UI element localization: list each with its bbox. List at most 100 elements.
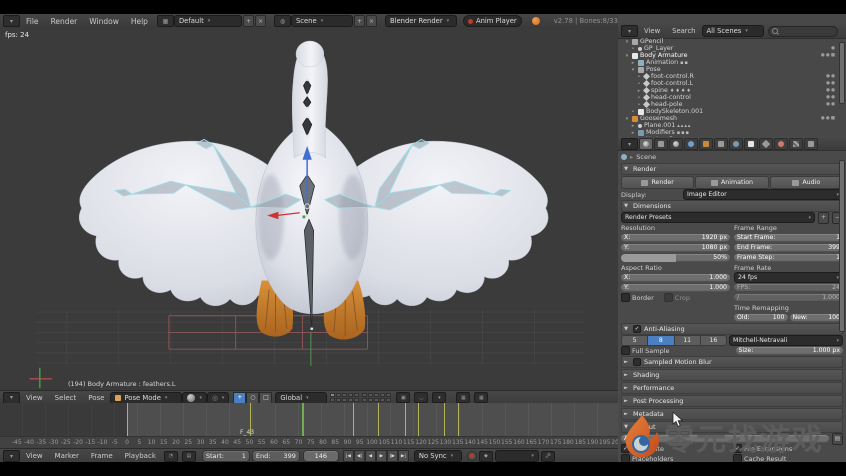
layer-toggle[interactable] (386, 398, 391, 402)
layer-grid[interactable] (330, 393, 391, 402)
outliner-row-modifiers[interactable]: ▸ Modifiers▪▪▪ (618, 129, 840, 136)
outliner-menu-view[interactable]: View (638, 27, 666, 35)
layer-toggle[interactable] (362, 398, 367, 402)
tab-modifiers[interactable] (729, 138, 743, 150)
resolution-y-field[interactable]: Y:1080 px (621, 244, 730, 252)
layer-toggle[interactable] (342, 398, 347, 402)
aa-size-field[interactable]: Size:1.000 px (736, 347, 844, 355)
render-ogl-icon[interactable]: ▦ (456, 392, 470, 403)
tab-particles[interactable] (804, 138, 818, 150)
viewport-editor-icon[interactable]: ▾ (3, 392, 20, 404)
render-audio-button[interactable]: Audio (770, 176, 843, 189)
tl-menu-frame[interactable]: Frame (85, 452, 119, 460)
frame-end-field[interactable]: End:399 (252, 450, 300, 462)
keying-set-dropdown[interactable]: ▾ (495, 450, 539, 462)
render-engine-dropdown[interactable]: Blender Render▾ (385, 15, 457, 27)
aa-samples-16[interactable]: 16 (701, 335, 727, 346)
menu-file[interactable]: File (20, 17, 45, 26)
tab-object[interactable] (699, 138, 713, 150)
anim-player-toggle[interactable]: Anim Player (463, 15, 522, 27)
lock-icon[interactable]: ▣ (396, 392, 410, 403)
layer-toggle[interactable] (380, 398, 385, 402)
properties-scrollbar[interactable] (839, 160, 845, 332)
layer-toggle[interactable] (386, 393, 391, 397)
sync-dropdown[interactable]: No Sync▾ (414, 450, 462, 462)
tab-scene[interactable] (669, 138, 683, 150)
play-reverse-button[interactable]: ◀ (365, 450, 376, 462)
outliner-row-body-armature[interactable]: ▾ Body Armature●●■ (618, 52, 840, 59)
layer-toggle[interactable] (336, 398, 341, 402)
remap-new-field[interactable]: New:100 (790, 314, 844, 322)
aspect-y-field[interactable]: Y:1.000 (621, 284, 730, 292)
outliner-editor-icon[interactable]: ▾ (621, 25, 638, 37)
vp-menu-view[interactable]: View (20, 394, 49, 402)
outliner-scope-dropdown[interactable]: All Scenes▾ (702, 25, 764, 37)
manipulator-y-handle[interactable] (303, 215, 306, 218)
crop-checkbox[interactable] (664, 293, 673, 302)
panel-header-shading[interactable]: ►Shading (621, 369, 843, 381)
editor-type-icon[interactable]: ▾ (3, 15, 20, 27)
fps-base-field[interactable]: /1.000 (734, 294, 843, 302)
tab-material[interactable] (774, 138, 788, 150)
tab-data[interactable] (744, 138, 758, 150)
outliner-row-plane[interactable]: ▸ Plane.001▴▴▴▴ (618, 122, 840, 129)
outliner-row-foot-control-l[interactable]: • foot-control.L●● (618, 80, 840, 87)
keyframe-line[interactable] (378, 403, 379, 436)
viewport-3d[interactable]: fps: 24 (194) Body Armature : feathers.L (0, 28, 619, 390)
shading-dropdown[interactable]: ▾ (182, 392, 207, 404)
manipulator-translate-button[interactable]: + (233, 392, 246, 404)
motion-blur-checkbox[interactable] (633, 358, 641, 366)
border-checkbox[interactable] (621, 293, 630, 302)
snap-magnet-icon[interactable]: ◡ (414, 392, 428, 403)
scene-delete-button[interactable]: × (366, 15, 377, 27)
layer-toggle[interactable] (380, 393, 385, 397)
outliner-row-goosemesh[interactable]: ▾ Goosemesh●●■ (618, 115, 840, 122)
layer-toggle[interactable] (374, 393, 379, 397)
outliner-row-head-pole[interactable]: • head-pole●● (618, 101, 840, 108)
keyframe-line[interactable] (353, 403, 354, 436)
aa-samples-5[interactable]: 5 (621, 335, 648, 346)
layer-toggle[interactable] (374, 398, 379, 402)
fps-preset-dropdown[interactable]: 24 fps▾ (734, 272, 843, 283)
resolution-x-field[interactable]: X:1920 px (621, 234, 730, 242)
layout-delete-button[interactable]: × (255, 15, 266, 27)
tl-menu-playback[interactable]: Playback (119, 452, 162, 460)
outliner-search-input[interactable] (768, 26, 838, 37)
panel-header-dimensions[interactable]: ▼Dimensions (621, 200, 843, 212)
tab-texture[interactable] (789, 138, 803, 150)
keying-set-icon[interactable]: ◆ (479, 451, 493, 462)
layer-toggle[interactable] (348, 393, 353, 397)
pivot-dropdown[interactable]: ◎▾ (207, 392, 229, 404)
next-keyframe-button[interactable]: |▶ (387, 450, 398, 462)
tab-bone[interactable] (759, 138, 773, 150)
snap-mode-icon[interactable]: ▾ (432, 392, 446, 403)
menu-window[interactable]: Window (83, 17, 125, 26)
render-ogl-anim-icon[interactable]: ▦ (474, 392, 488, 403)
layer-toggle[interactable] (368, 393, 373, 397)
manipulator-rotate-button[interactable]: ○ (246, 392, 259, 404)
scene-add-button[interactable]: + (354, 15, 365, 27)
layout-icon[interactable]: ▦ (157, 15, 174, 27)
keyframe-line[interactable] (418, 403, 419, 436)
tab-render[interactable] (639, 138, 653, 150)
tab-world[interactable] (684, 138, 698, 150)
scene-dropdown[interactable]: Scene▾ (291, 15, 353, 27)
aa-checkbox[interactable]: ✓ (633, 325, 641, 333)
layer-toggle[interactable] (336, 393, 341, 397)
layout-add-button[interactable]: + (243, 15, 254, 27)
keyframe-line[interactable] (250, 403, 251, 436)
layer-toggle[interactable] (368, 398, 373, 402)
render-animation-button[interactable]: Animation (695, 176, 768, 189)
end-frame-field[interactable]: End Frame:399 (734, 244, 843, 252)
panel-header-render[interactable]: ▼Render (621, 163, 843, 175)
menu-help[interactable]: Help (125, 17, 154, 26)
render-button[interactable]: Render (621, 176, 694, 189)
layer-toggle[interactable] (354, 393, 359, 397)
scene-icon[interactable]: ◍ (274, 15, 291, 27)
tl-menu-view[interactable]: View (20, 452, 49, 460)
panel-header-anti-aliasing[interactable]: ▼✓ Anti-Aliasing (621, 323, 843, 335)
timeline-editor-icon[interactable]: ▾ (3, 450, 20, 462)
aspect-x-field[interactable]: X:1.000 (621, 274, 730, 282)
tl-menu-marker[interactable]: Marker (49, 452, 85, 460)
properties-editor-icon[interactable]: ▾ (621, 138, 638, 150)
